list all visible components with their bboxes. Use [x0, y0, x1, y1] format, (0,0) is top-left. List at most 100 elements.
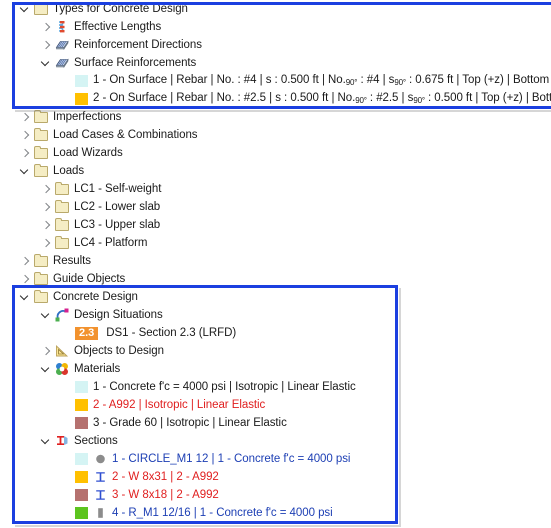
tree-row-materials[interactable]: Materials: [0, 360, 551, 378]
tree-row-results[interactable]: Results: [0, 252, 551, 270]
chevron-right-icon[interactable]: [18, 270, 33, 288]
tree-row-ds1-section-2-3[interactable]: 2.3 DS1 - Section 2.3 (LRFD): [0, 324, 551, 342]
tree-row-section-1[interactable]: 1 - CIRCLE_M1 12 | 1 - Concrete f'c = 40…: [0, 450, 551, 468]
tree-row-load-wizards[interactable]: Load Wizards: [0, 144, 551, 162]
tree-row-label: LC2 - Lower slab: [74, 201, 161, 213]
chevron-down-icon[interactable]: [39, 360, 54, 378]
color-swatch-icon: [75, 417, 88, 429]
tree-row-surface-reinforcement-1[interactable]: 1 - On Surface | Rebar | No. : #4 | s : …: [0, 72, 551, 90]
chevron-right-icon[interactable]: [39, 198, 54, 216]
tree-row-section-4[interactable]: 4 - R_M1 12/16 | 1 - Concrete f'c = 4000…: [0, 504, 551, 522]
chevron-placeholder: [60, 450, 75, 468]
section-rect-icon: [93, 504, 109, 522]
chevron-down-icon[interactable]: [39, 306, 54, 324]
tree-row-surface-reinforcements[interactable]: Surface Reinforcements: [0, 54, 551, 72]
tree-row-imperfections[interactable]: Imperfections: [0, 108, 551, 126]
tree-row-surface-reinforcement-2[interactable]: 2 - On Surface | Rebar | No. : #2.5 | s …: [0, 90, 551, 108]
tree-row-label: Results: [53, 255, 91, 267]
tree-row-label: 1 - CIRCLE_M1 12 | 1 - Concrete f'c = 40…: [112, 453, 351, 465]
folder-icon: [54, 216, 71, 234]
chevron-right-icon[interactable]: [18, 108, 33, 126]
chevron-right-icon[interactable]: [39, 18, 54, 36]
color-swatch-icon: [75, 489, 88, 501]
chevron-right-icon[interactable]: [18, 252, 33, 270]
effective-lengths-icon: [54, 18, 71, 36]
tree-row-label: 2 - A992 | Isotropic | Linear Elastic: [93, 399, 266, 411]
tree-row-material-3[interactable]: 3 - Grade 60 | Isotropic | Linear Elasti…: [0, 414, 551, 432]
chevron-placeholder: [60, 468, 75, 486]
folder-icon: [33, 144, 50, 162]
tree-row-label: Load Wizards: [53, 147, 123, 159]
tree-row-label: Types for Concrete Design: [53, 3, 188, 15]
tree-row-label: Loads: [53, 165, 85, 177]
tree-row-label: Guide Objects: [53, 273, 126, 285]
tree-row-label: Surface Reinforcements: [74, 57, 197, 69]
tree-row-label: 3 - W 8x18 | 2 - A992: [112, 489, 219, 501]
tree-row-design-situations[interactable]: Design Situations: [0, 306, 551, 324]
tree-row-lc1-self-weight[interactable]: LC1 - Self-weight: [0, 180, 551, 198]
color-swatch-icon: [75, 507, 88, 519]
chevron-right-icon[interactable]: [39, 36, 54, 54]
tree-row-label: Effective Lengths: [74, 21, 162, 33]
tree-row-label: Concrete Design: [53, 291, 138, 303]
tree-row-load-cases-combinations[interactable]: Load Cases & Combinations: [0, 126, 551, 144]
folder-icon: [33, 270, 50, 288]
tree-row-label: 2 - On Surface | Rebar | No. : #2.5 | s …: [93, 91, 551, 105]
sections-icon: [54, 432, 71, 450]
chevron-right-icon[interactable]: [18, 144, 33, 162]
objects-to-design-icon: [54, 342, 71, 360]
tree-row-sections[interactable]: Sections: [0, 432, 551, 450]
tree-row-material-2[interactable]: 2 - A992 | Isotropic | Linear Elastic: [0, 396, 551, 414]
tree-row-loads[interactable]: Loads: [0, 162, 551, 180]
tree-row-objects-to-design[interactable]: Objects to Design: [0, 342, 551, 360]
folder-icon: [33, 0, 50, 18]
model-tree[interactable]: Types for Concrete Design Effective Leng…: [0, 0, 551, 528]
chevron-right-icon[interactable]: [39, 180, 54, 198]
tree-row-effective-lengths[interactable]: Effective Lengths: [0, 18, 551, 36]
chevron-right-icon[interactable]: [39, 216, 54, 234]
design-situations-icon: [54, 306, 71, 324]
tree-row-concrete-design[interactable]: Concrete Design: [0, 288, 551, 306]
chevron-down-icon[interactable]: [18, 0, 33, 18]
tree-row-guide-objects[interactable]: Guide Objects: [0, 270, 551, 288]
tree-row-lc2-lower-slab[interactable]: LC2 - Lower slab: [0, 198, 551, 216]
tree-row-label: LC4 - Platform: [74, 237, 148, 249]
tree-row-label: DS1 - Section 2.3 (LRFD): [106, 327, 237, 339]
reinforcement-icon: [54, 54, 71, 72]
chevron-placeholder: [60, 504, 75, 522]
color-swatch-icon: [75, 399, 88, 411]
tree-row-reinforcement-directions[interactable]: Reinforcement Directions: [0, 36, 551, 54]
tree-row-material-1[interactable]: 1 - Concrete f'c = 4000 psi | Isotropic …: [0, 378, 551, 396]
color-swatch-icon: [75, 93, 88, 105]
chevron-placeholder: [60, 324, 75, 342]
chevron-placeholder: [60, 90, 75, 108]
tree-row-lc3-upper-slab[interactable]: LC3 - Upper slab: [0, 216, 551, 234]
chevron-right-icon[interactable]: [39, 342, 54, 360]
chevron-down-icon[interactable]: [18, 288, 33, 306]
chevron-placeholder: [60, 378, 75, 396]
tree-row-label: Materials: [74, 363, 121, 375]
design-situation-badge: 2.3: [75, 326, 99, 340]
chevron-down-icon[interactable]: [39, 54, 54, 72]
tree-row-section-2[interactable]: 2 - W 8x31 | 2 - A992: [0, 468, 551, 486]
chevron-right-icon[interactable]: [39, 234, 54, 252]
tree-row-label: 2 - W 8x31 | 2 - A992: [112, 471, 219, 483]
materials-icon: [54, 360, 71, 378]
color-swatch-icon: [75, 453, 88, 465]
folder-icon: [33, 252, 50, 270]
tree-row-section-3[interactable]: 3 - W 8x18 | 2 - A992: [0, 486, 551, 504]
color-swatch-icon: [75, 471, 88, 483]
color-swatch-icon: [75, 75, 88, 87]
chevron-down-icon[interactable]: [18, 162, 33, 180]
chevron-down-icon[interactable]: [39, 432, 54, 450]
folder-icon: [33, 288, 50, 306]
tree-row-label: Imperfections: [53, 111, 122, 123]
tree-row-label: Sections: [74, 435, 118, 447]
folder-icon: [33, 126, 50, 144]
tree-row-label: LC1 - Self-weight: [74, 183, 162, 195]
chevron-right-icon[interactable]: [18, 126, 33, 144]
tree-row-lc4-platform[interactable]: LC4 - Platform: [0, 234, 551, 252]
tree-row-label: 1 - Concrete f'c = 4000 psi | Isotropic …: [93, 381, 356, 393]
tree-row-label: LC3 - Upper slab: [74, 219, 161, 231]
tree-row-types-for-concrete-design[interactable]: Types for Concrete Design: [0, 0, 551, 18]
